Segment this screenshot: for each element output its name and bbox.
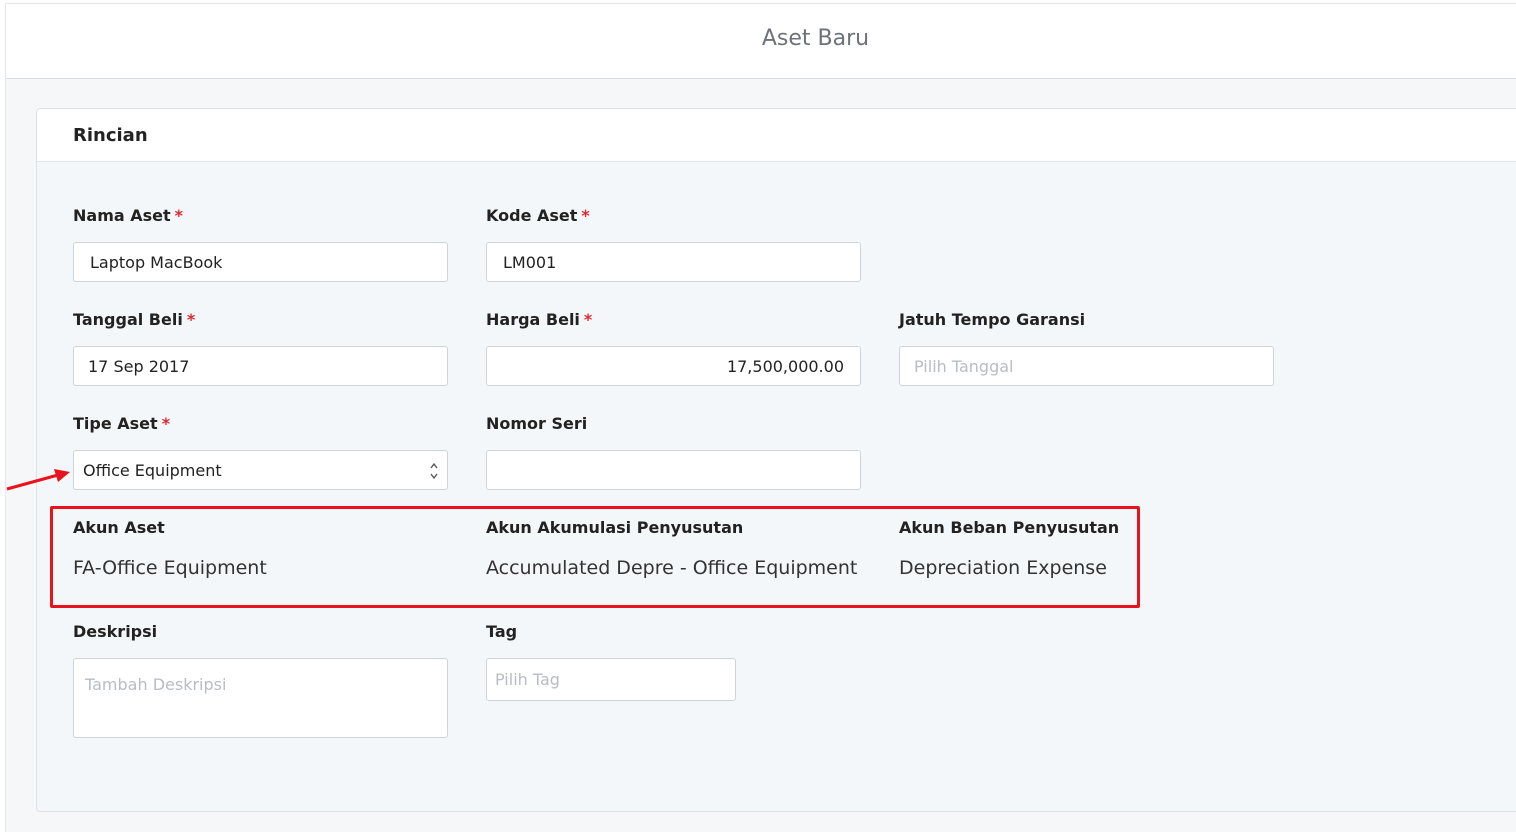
nama-aset-label: Nama Aset * (73, 206, 183, 225)
deskripsi-placeholder: Tambah Deskripsi (85, 675, 227, 694)
nomor-seri-label-text: Nomor Seri (486, 414, 588, 433)
tag-label: Tag (486, 622, 517, 641)
nama-aset-input[interactable]: Laptop MacBook (73, 242, 448, 282)
nama-aset-value: Laptop MacBook (90, 252, 223, 272)
deskripsi-label-text: Deskripsi (73, 622, 158, 641)
required-mark: * (583, 310, 593, 329)
chevron-up-down-icon (430, 462, 438, 480)
deskripsi-textarea[interactable]: Tambah Deskripsi (73, 658, 448, 738)
akun-beban-label: Akun Beban Penyusutan (899, 518, 1120, 537)
harga-beli-label: Harga Beli * (486, 310, 592, 329)
kode-aset-label: Kode Aset * (486, 206, 590, 225)
harga-beli-label-text: Harga Beli (486, 310, 580, 329)
tanggal-beli-input[interactable]: 17 Sep 2017 (73, 346, 448, 386)
harga-beli-input[interactable]: 17,500,000.00 (486, 346, 861, 386)
deskripsi-label: Deskripsi (73, 622, 157, 641)
harga-beli-value: 17,500,000.00 (726, 356, 844, 376)
nama-aset-label-text: Nama Aset (73, 206, 171, 225)
tipe-aset-value: Office Equipment (83, 460, 222, 480)
jatuh-tempo-garansi-label-text: Jatuh Tempo Garansi (899, 310, 1086, 329)
page-header: Aset Baru (6, 4, 1516, 79)
tag-input[interactable]: Pilih Tag (486, 658, 736, 701)
akun-akumulasi-label: Akun Akumulasi Penyusutan (486, 518, 744, 537)
required-mark: * (581, 206, 590, 225)
tipe-aset-label: Tipe Aset * (73, 414, 170, 433)
tag-placeholder: Pilih Tag (495, 670, 560, 689)
tipe-aset-select[interactable]: Office Equipment (73, 450, 448, 490)
required-mark: * (174, 206, 184, 225)
nomor-seri-input[interactable] (486, 450, 861, 490)
jatuh-tempo-garansi-label: Jatuh Tempo Garansi (899, 310, 1085, 329)
nomor-seri-label: Nomor Seri (486, 414, 587, 433)
section-title: Rincian (73, 125, 148, 146)
jatuh-tempo-garansi-placeholder: Pilih Tanggal (914, 356, 1014, 376)
kode-aset-input[interactable]: LM001 (486, 242, 861, 282)
page-title: Aset Baru (761, 26, 870, 51)
jatuh-tempo-garansi-input[interactable]: Pilih Tanggal (899, 346, 1274, 386)
tanggal-beli-label-text: Tanggal Beli (73, 310, 183, 329)
akun-aset-value: FA-Office Equipment (73, 557, 267, 579)
akun-akumulasi-value: Accumulated Depre - Office Equipment (486, 557, 858, 579)
tanggal-beli-value: 17 Sep 2017 (88, 356, 190, 376)
tag-label-text: Tag (486, 622, 518, 641)
tipe-aset-label-text: Tipe Aset (73, 414, 158, 433)
kode-aset-label-text: Kode Aset (486, 206, 578, 225)
required-mark: * (186, 310, 196, 329)
kode-aset-value: LM001 (503, 252, 557, 272)
tanggal-beli-label: Tanggal Beli * (73, 310, 195, 329)
akun-aset-label: Akun Aset (73, 518, 165, 537)
card-header: Rincian (37, 109, 1516, 162)
required-mark: * (161, 414, 171, 433)
akun-beban-value: Depreciation Expense (899, 557, 1107, 579)
